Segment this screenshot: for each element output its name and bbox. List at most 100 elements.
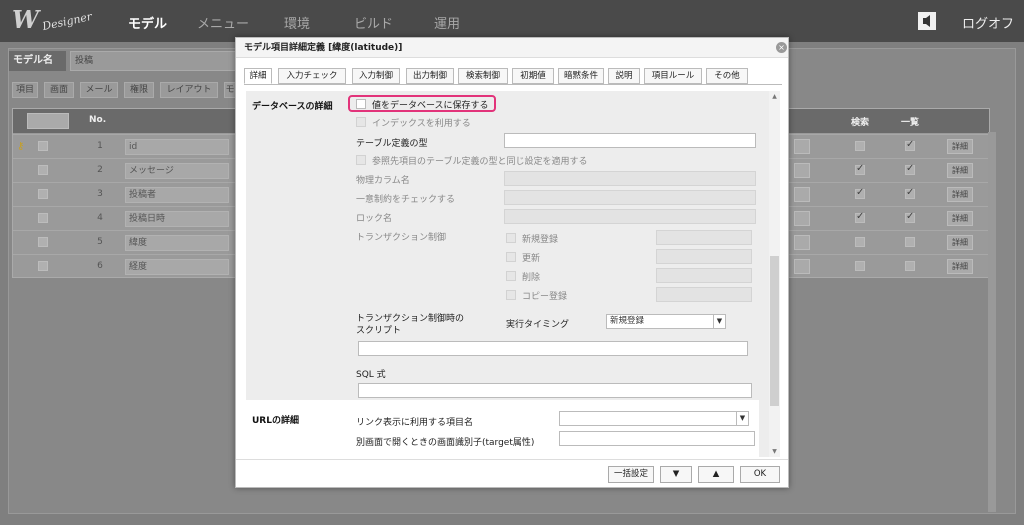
batch-settings-button[interactable]: 一括設定 <box>608 466 654 483</box>
row-action-icon[interactable] <box>794 235 810 250</box>
row-name[interactable]: id <box>125 139 229 155</box>
tab-input-check[interactable]: 入力チェック <box>278 68 346 84</box>
bg-tab-permission[interactable]: 権限 <box>124 82 154 98</box>
tab-other[interactable]: その他 <box>706 68 748 84</box>
tab-input-control[interactable]: 入力制御 <box>352 68 400 84</box>
row-detail-button[interactable]: 詳細 <box>947 187 973 202</box>
physical-column-input[interactable] <box>504 171 756 186</box>
row-detail-button[interactable]: 詳細 <box>947 235 973 250</box>
nav-menu[interactable]: メニュー <box>197 13 249 32</box>
row-select-checkbox[interactable] <box>38 261 48 271</box>
tab-output-control[interactable]: 出力制御 <box>406 68 454 84</box>
scroll-up-icon[interactable]: ▲ <box>769 91 780 102</box>
page-scrollbar[interactable] <box>988 132 996 512</box>
row-select-checkbox[interactable] <box>38 165 48 175</box>
row-name[interactable]: 投稿者 <box>125 187 229 203</box>
tab-detail[interactable]: 詳細 <box>244 68 272 84</box>
row-select-checkbox[interactable] <box>38 237 48 247</box>
bg-tab-screen[interactable]: 画面 <box>44 82 74 98</box>
row-select-checkbox[interactable] <box>38 213 48 223</box>
header-list: 一覧 <box>901 118 920 128</box>
row-detail-button[interactable]: 詳細 <box>947 139 973 154</box>
row-list-checkbox[interactable] <box>905 211 915 223</box>
apply-ref-checkbox[interactable] <box>356 155 366 165</box>
header-search: 検索 <box>851 118 870 128</box>
table-type-label: テーブル定義の型 <box>356 139 428 149</box>
row-name[interactable]: 経度 <box>125 259 229 275</box>
tx-update-input[interactable] <box>656 249 752 264</box>
tab-item-rule[interactable]: 項目ルール <box>644 68 702 84</box>
nav-operation[interactable]: 運用 <box>434 13 460 32</box>
chevron-down-icon: ▼ <box>713 315 725 328</box>
row-search-checkbox[interactable] <box>855 261 865 271</box>
tab-initial-value[interactable]: 初期値 <box>512 68 554 84</box>
url-section-title: URLの詳細 <box>252 416 299 426</box>
tx-insert-checkbox[interactable] <box>506 233 516 243</box>
target-input[interactable] <box>559 431 755 446</box>
nav-environment[interactable]: 環境 <box>284 13 310 32</box>
row-list-checkbox[interactable] <box>905 237 915 247</box>
scroll-thumb[interactable] <box>770 256 779 406</box>
row-list-checkbox[interactable] <box>905 187 915 199</box>
row-search-checkbox[interactable] <box>855 237 865 247</box>
speaker-icon[interactable] <box>918 12 936 30</box>
lock-name-input[interactable] <box>504 209 756 224</box>
logout-link[interactable]: ログオフ <box>962 13 1014 32</box>
tx-insert-input[interactable] <box>656 230 752 245</box>
physical-column-label: 物理カラム名 <box>356 176 410 186</box>
close-icon[interactable]: × <box>776 42 787 53</box>
sql-label: SQL 式 <box>356 370 386 380</box>
row-name[interactable]: メッセージ <box>125 163 229 179</box>
save-to-db-checkbox[interactable] <box>356 99 366 109</box>
row-list-checkbox[interactable] <box>905 261 915 271</box>
nav-build[interactable]: ビルド <box>354 13 393 32</box>
row-detail-button[interactable]: 詳細 <box>947 211 973 226</box>
row-action-icon[interactable] <box>794 259 810 274</box>
row-action-icon[interactable] <box>794 163 810 178</box>
row-action-icon[interactable] <box>794 187 810 202</box>
bg-tab-items[interactable]: 項目 <box>12 82 38 98</box>
dialog-scrollbar[interactable]: ▲ ▼ <box>769 91 780 457</box>
row-name[interactable]: 緯度 <box>125 235 229 251</box>
key-icon: ⚷ <box>17 141 25 152</box>
row-action-icon[interactable] <box>794 211 810 226</box>
dialog-title: モデル項目詳細定義 [緯度(latitude)] <box>236 38 788 58</box>
tab-search-control[interactable]: 検索制御 <box>458 68 508 84</box>
row-select-checkbox[interactable] <box>38 189 48 199</box>
sql-input[interactable] <box>358 383 752 398</box>
row-detail-button[interactable]: 詳細 <box>947 259 973 274</box>
table-type-input[interactable] <box>504 133 756 148</box>
tx-delete-input[interactable] <box>656 268 752 283</box>
tab-implicit-condition[interactable]: 暗黙条件 <box>558 68 604 84</box>
bg-tab-layout[interactable]: レイアウト <box>160 82 218 98</box>
row-detail-button[interactable]: 詳細 <box>947 163 973 178</box>
tx-copy-input[interactable] <box>656 287 752 302</box>
use-index-checkbox[interactable] <box>356 117 366 127</box>
tab-description[interactable]: 説明 <box>608 68 640 84</box>
model-name-field[interactable]: 投稿 <box>70 51 240 71</box>
tx-script-input[interactable] <box>358 341 748 356</box>
row-list-checkbox[interactable] <box>905 163 915 175</box>
row-search-checkbox[interactable] <box>855 141 865 151</box>
table-menu-button[interactable] <box>27 113 69 129</box>
ok-button[interactable]: OK <box>740 466 780 483</box>
nav-model[interactable]: モデル <box>128 13 167 32</box>
row-search-checkbox[interactable] <box>855 187 865 199</box>
unique-check-input[interactable] <box>504 190 756 205</box>
tx-delete-checkbox[interactable] <box>506 271 516 281</box>
tx-copy-checkbox[interactable] <box>506 290 516 300</box>
exec-timing-select[interactable]: 新規登録 ▼ <box>606 314 726 329</box>
row-name[interactable]: 投稿日時 <box>125 211 229 227</box>
link-item-select[interactable]: ▼ <box>559 411 749 426</box>
row-search-checkbox[interactable] <box>855 163 865 175</box>
bg-tab-mail[interactable]: メール <box>80 82 118 98</box>
tx-update-checkbox[interactable] <box>506 252 516 262</box>
scroll-down-icon[interactable]: ▼ <box>769 446 780 457</box>
app-logo[interactable]: W Designer <box>12 5 93 35</box>
row-search-checkbox[interactable] <box>855 211 865 223</box>
row-list-checkbox[interactable] <box>905 139 915 151</box>
move-down-button[interactable]: ▼ <box>660 466 692 483</box>
row-action-icon[interactable] <box>794 139 810 154</box>
row-select-checkbox[interactable] <box>38 141 48 151</box>
move-up-button[interactable]: ▲ <box>698 466 734 483</box>
